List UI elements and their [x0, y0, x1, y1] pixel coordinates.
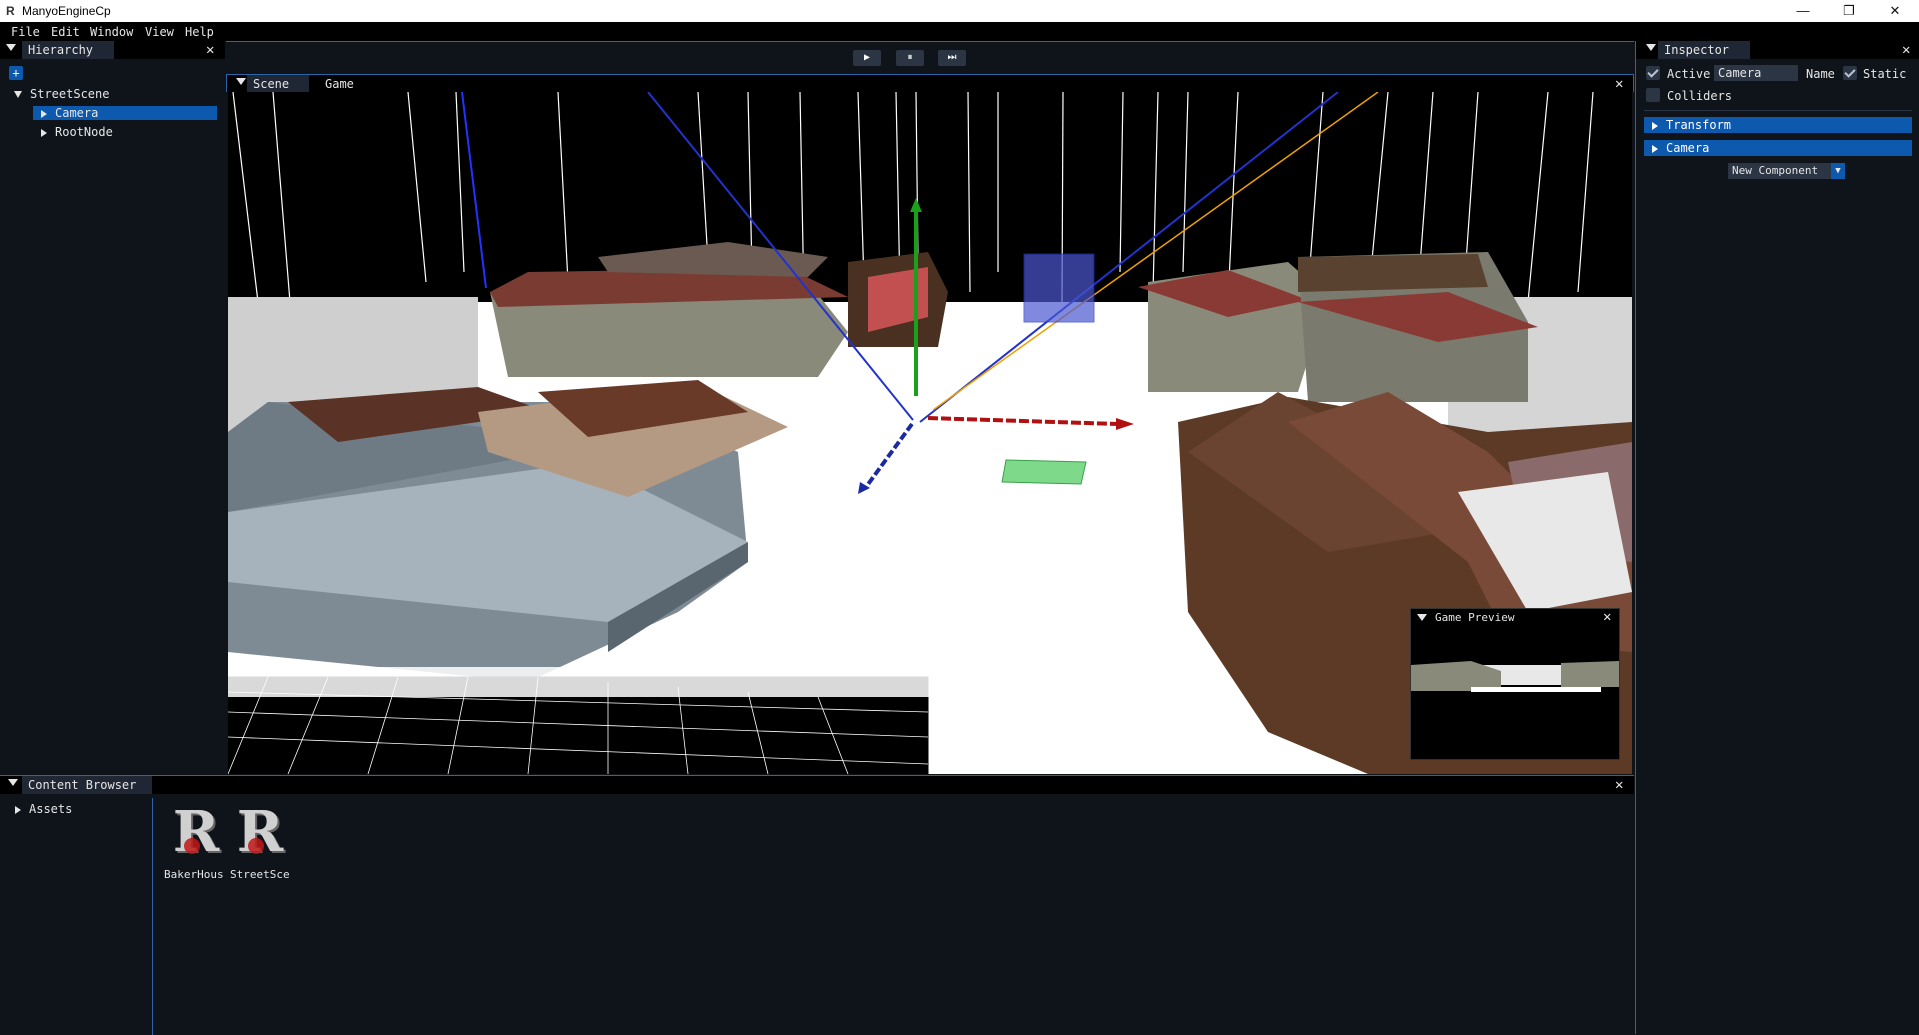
tree-item-camera[interactable]: Camera [33, 106, 217, 120]
window-titlebar: R ManyoEngineCp — ❐ ✕ [0, 0, 1919, 22]
colliders-checkbox[interactable] [1646, 88, 1660, 102]
expand-arrow-icon [1652, 121, 1658, 130]
asset-label: StreetSce [230, 868, 290, 881]
model-file-icon: R [172, 799, 220, 865]
close-icon[interactable]: ✕ [1615, 777, 1623, 793]
minimize-icon[interactable]: — [1780, 0, 1826, 22]
component-title: Camera [1666, 141, 1710, 155]
hierarchy-panel: Hierarchy ✕ + StreetScene Camera RootNod… [0, 41, 225, 775]
folder-label: Assets [29, 802, 73, 816]
collapse-icon[interactable] [236, 78, 246, 85]
close-icon[interactable]: ✕ [1603, 609, 1611, 625]
colliders-label: Colliders [1667, 89, 1733, 103]
tab-inspector[interactable]: Inspector [1658, 41, 1750, 59]
pause-button[interactable]: ⏸ [896, 50, 924, 66]
tree-item-label: RootNode [55, 125, 113, 139]
game-preview-window: Game Preview ✕ [1410, 608, 1620, 760]
window-title: ManyoEngineCp [22, 4, 111, 18]
content-browser-panel: Content Browser ✕ Assets R BakerHous R S… [0, 775, 1634, 1035]
divider [152, 798, 153, 1035]
menu-view[interactable]: View [145, 25, 174, 39]
tab-scene[interactable]: Scene [247, 75, 309, 93]
collapse-icon[interactable] [8, 779, 18, 786]
content-browser-tabstrip: Content Browser ✕ [0, 776, 1634, 794]
asset-tile[interactable]: R StreetSce [230, 802, 290, 890]
icon-accent [248, 838, 264, 854]
restore-icon[interactable]: ❐ [1826, 0, 1872, 22]
static-label: Static [1863, 67, 1907, 81]
hierarchy-tabstrip: Hierarchy ✕ [0, 41, 225, 59]
component-header-transform[interactable]: Transform [1644, 117, 1912, 133]
tab-hierarchy[interactable]: Hierarchy [22, 41, 114, 59]
close-icon[interactable]: ✕ [1615, 76, 1623, 92]
name-label: Name [1806, 67, 1835, 81]
expand-arrow-icon [15, 805, 21, 814]
tab-game[interactable]: Game [319, 75, 360, 93]
menu-window[interactable]: Window [90, 25, 133, 39]
expand-arrow-icon [14, 91, 22, 98]
scene-viewport[interactable]: Game Preview ✕ [228, 92, 1632, 774]
component-title: Transform [1666, 118, 1732, 132]
inspector-tabstrip: Inspector ✕ [1636, 41, 1919, 59]
icon-accent [184, 838, 200, 854]
game-preview-titlebar: Game Preview ✕ [1411, 609, 1619, 627]
component-header-camera[interactable]: Camera [1644, 140, 1912, 156]
close-window-icon[interactable]: ✕ [1872, 0, 1918, 22]
play-button[interactable]: ▶ [853, 50, 881, 66]
inspector-panel: Inspector ✕ Active Camera Name Static Co… [1635, 41, 1919, 1034]
scene-tabstrip: Scene Game ✕ [226, 74, 1634, 93]
menu-edit[interactable]: Edit [51, 25, 80, 39]
expand-arrow-icon [1652, 144, 1658, 153]
divider [1644, 110, 1912, 111]
expand-arrow-icon [41, 109, 47, 118]
model-file-icon: R [236, 799, 284, 865]
menu-bar: File Edit Window View Help [0, 22, 1919, 41]
close-icon[interactable]: ✕ [206, 42, 214, 58]
close-icon[interactable]: ✕ [1902, 42, 1910, 58]
collapse-icon[interactable] [1646, 44, 1656, 51]
folder-item-assets[interactable]: Assets [15, 802, 72, 816]
tree-item-label: StreetScene [30, 87, 110, 101]
collapse-icon[interactable] [6, 44, 16, 51]
app-logo-icon: R [6, 4, 15, 18]
active-label: Active [1667, 67, 1711, 81]
asset-label: BakerHous [164, 868, 224, 881]
expand-arrow-icon [41, 128, 47, 137]
active-checkbox[interactable] [1646, 66, 1660, 80]
asset-tile[interactable]: R BakerHous [164, 799, 226, 890]
tab-content-browser[interactable]: Content Browser [22, 776, 152, 794]
static-checkbox[interactable] [1843, 66, 1857, 80]
menu-file[interactable]: File [11, 25, 40, 39]
menu-help[interactable]: Help [185, 25, 214, 39]
game-preview-image [1411, 657, 1619, 707]
toolbar: ▶ ⏸ ⏭ [226, 41, 1634, 75]
tree-item-rootnode[interactable]: RootNode [41, 125, 113, 139]
tree-item-streetscene[interactable]: StreetScene [14, 87, 109, 101]
tree-item-label: Camera [55, 106, 99, 120]
chevron-down-icon[interactable]: ▼ [1831, 163, 1845, 179]
collapse-icon[interactable] [1417, 614, 1427, 621]
game-preview-title: Game Preview [1435, 611, 1515, 624]
add-object-button[interactable]: + [9, 66, 23, 80]
new-component-label: New Component [1732, 164, 1819, 177]
new-component-dropdown[interactable]: New Component ▼ [1728, 163, 1845, 179]
name-input[interactable]: Camera [1714, 65, 1798, 81]
step-button[interactable]: ⏭ [938, 50, 966, 66]
